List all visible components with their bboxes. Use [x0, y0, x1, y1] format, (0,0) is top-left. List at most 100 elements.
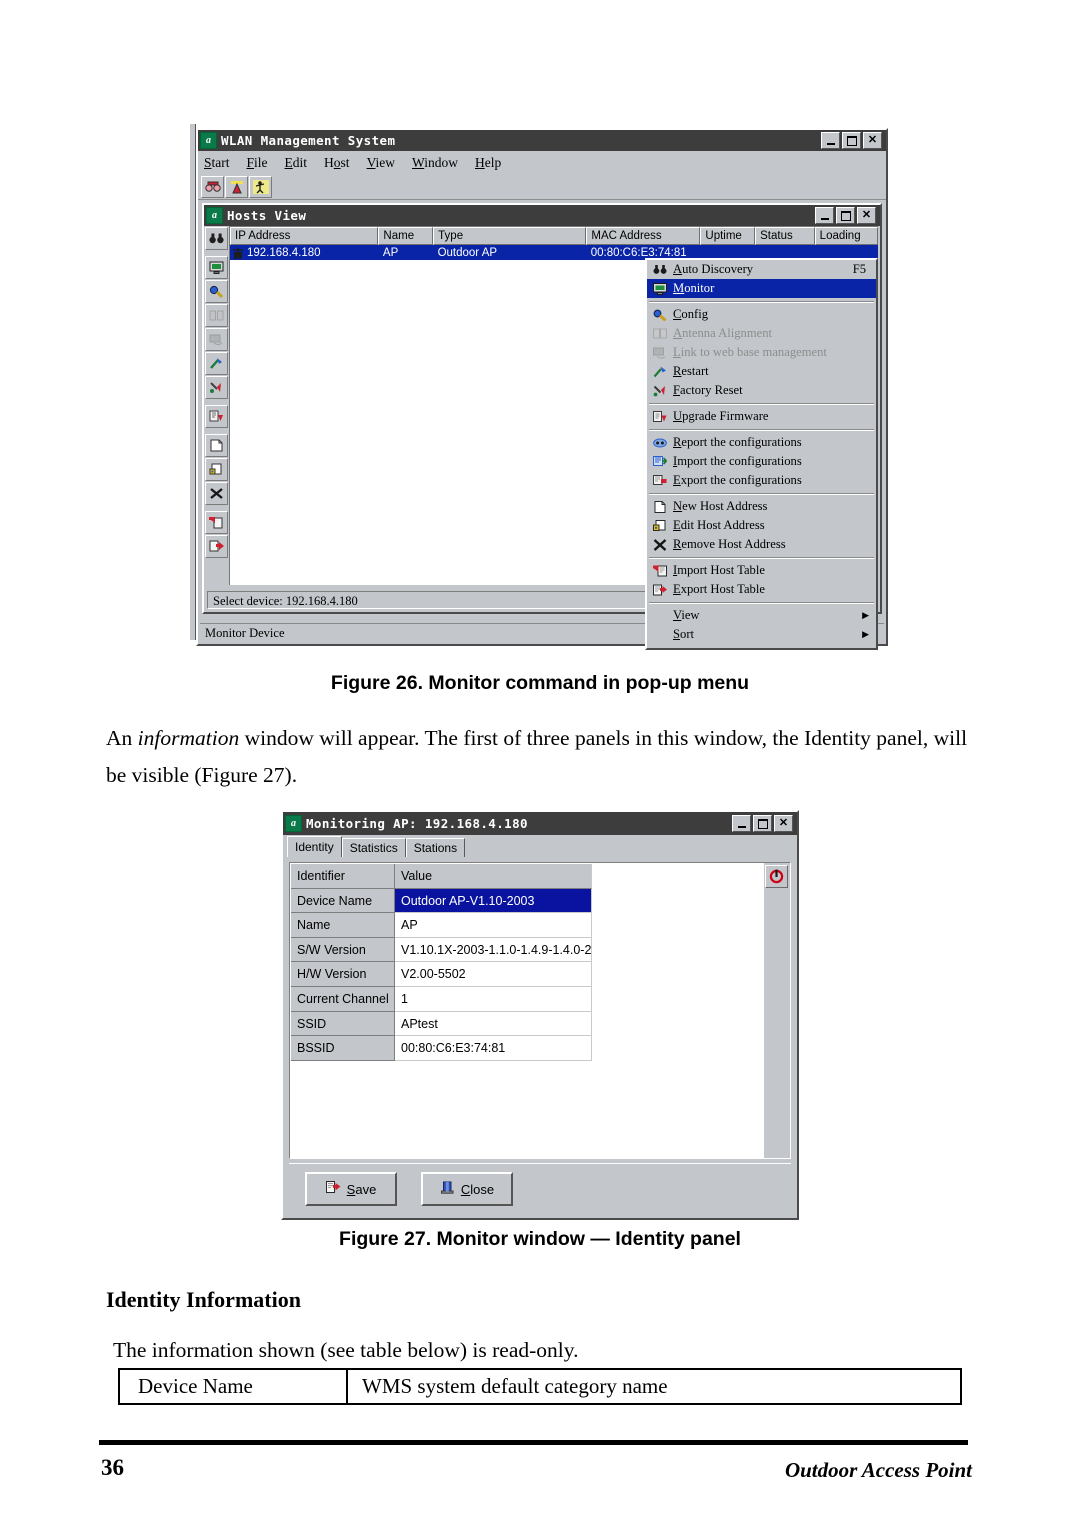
column-ip-address[interactable]: IP Address — [230, 227, 379, 245]
monitoring-window-buttons[interactable]: ✕ — [732, 815, 793, 832]
menu-view[interactable]: View — [367, 155, 395, 171]
menu-item-edit-host-address[interactable]: Edit Host Address — [647, 516, 876, 535]
menu-item-label: Edit Host Address — [673, 518, 765, 532]
grid-row-device-name[interactable]: Device Name Outdoor AP-V1.10-2003 — [291, 888, 594, 914]
upgrade-firmware-icon[interactable] — [204, 405, 228, 428]
menu-edit[interactable]: Edit — [285, 155, 308, 171]
factory-reset-icon — [650, 383, 669, 399]
para1-part-b: window will appear. The first of three p… — [239, 726, 799, 750]
main-window-buttons[interactable]: ✕ — [821, 132, 882, 149]
tab-identity[interactable]: Identity — [287, 836, 342, 857]
column-type[interactable]: Type — [433, 227, 587, 245]
config-icon[interactable] — [204, 280, 228, 303]
grid-row-hw-version[interactable]: H/W Version V2.00-5502 — [291, 962, 594, 987]
menu-file[interactable]: File — [247, 155, 268, 171]
menu-item-label: Remove Host Address — [673, 537, 786, 551]
close-button[interactable]: ✕ — [863, 132, 882, 149]
close-button[interactable]: Close — [421, 1172, 513, 1206]
antenna-person-icon[interactable] — [249, 175, 272, 198]
menu-item-report-configurations[interactable]: Report the configurations — [647, 433, 876, 452]
menu-item-monitor[interactable]: Monitor — [647, 279, 876, 298]
hosts-minimize-button[interactable] — [815, 207, 834, 224]
export-host-table-icon[interactable] — [204, 535, 228, 558]
menu-item-import-host-table[interactable]: Import Host Table — [647, 561, 876, 580]
hosts-view-window-buttons[interactable]: ✕ — [815, 207, 876, 224]
grid-row-bssid[interactable]: BSSID 00:80:C6:E3:74:81 — [291, 1036, 594, 1061]
hosts-close-button[interactable]: ✕ — [857, 207, 876, 224]
remove-host-icon[interactable] — [204, 482, 228, 505]
main-toolbar[interactable] — [198, 174, 886, 200]
hosts-view-titlebar: a Hosts View ✕ — [204, 205, 880, 226]
grid-row-current-channel[interactable]: Current Channel 1 — [291, 986, 594, 1012]
menu-item-import-configurations[interactable]: Import the configurations — [647, 452, 876, 471]
monitoring-maximize-button[interactable] — [753, 815, 772, 832]
menu-help[interactable]: Help — [475, 155, 501, 171]
view-icon — [650, 608, 669, 624]
save-button[interactable]: Save — [305, 1172, 397, 1206]
menu-item-label: Antenna Alignment — [673, 326, 772, 340]
menu-host[interactable]: Host — [324, 155, 350, 171]
menu-item-label: View — [673, 608, 700, 622]
column-name[interactable]: Name — [378, 227, 434, 245]
cell-type: Outdoor AP — [437, 246, 498, 259]
menu-item-label: Auto Discovery — [673, 262, 754, 276]
menu-item-export-configurations[interactable]: Export the configurations — [647, 471, 876, 490]
hosts-maximize-button[interactable] — [836, 207, 855, 224]
import-config-icon — [650, 454, 669, 470]
menu-item-label: Upgrade Firmware — [673, 409, 769, 423]
restart-icon[interactable] — [204, 352, 228, 375]
menu-item-label: Monitor — [673, 281, 715, 295]
grid-row-ssid[interactable]: SSID APtest — [291, 1011, 594, 1037]
menu-item-restart[interactable]: Restart — [647, 362, 876, 381]
column-status[interactable]: Status — [755, 227, 815, 245]
web-link-icon[interactable] — [204, 328, 228, 351]
menu-item-view[interactable]: View ▶ — [647, 606, 876, 625]
monitoring-tabstrip[interactable]: Identity Statistics Stations — [283, 836, 797, 857]
import-host-table-icon[interactable] — [204, 511, 228, 534]
column-uptime[interactable]: Uptime — [700, 227, 756, 245]
antenna-alignment-icon[interactable] — [204, 304, 228, 327]
menu-window[interactable]: Window — [412, 155, 458, 171]
menu-item-upgrade-firmware[interactable]: Upgrade Firmware — [647, 407, 876, 426]
tab-stations[interactable]: Stations — [405, 838, 466, 857]
grid-key: Current Channel — [291, 986, 395, 1012]
tab-statistics[interactable]: Statistics — [341, 838, 406, 857]
menu-item-config[interactable]: Config — [647, 305, 876, 324]
column-mac-address[interactable]: MAC Address — [586, 227, 701, 245]
menu-item-factory-reset[interactable]: Factory Reset — [647, 381, 876, 400]
grid-value: 00:80:C6:E3:74:81 — [395, 1036, 592, 1061]
cell-name: AP — [382, 246, 399, 259]
grid-row-sw-version[interactable]: S/W Version V1.10.1X-2003-1.1.0-1.4.9-1.… — [291, 937, 594, 963]
monitor-tower-icon[interactable] — [225, 175, 248, 198]
menu-item-export-host-table[interactable]: Export Host Table — [647, 580, 876, 599]
minimize-button[interactable] — [821, 132, 840, 149]
menu-item-auto-discovery[interactable]: Auto Discovery F5 — [647, 260, 876, 279]
monitoring-close-button[interactable]: ✕ — [774, 815, 793, 832]
main-menubar[interactable]: Start File Edit Host View Window Help — [198, 151, 886, 174]
monitoring-minimize-button[interactable] — [732, 815, 751, 832]
hosts-vertical-toolbar[interactable] — [204, 226, 228, 609]
new-host-icon[interactable] — [204, 434, 228, 457]
auto-discovery-icon[interactable] — [201, 175, 224, 198]
grid-key: SSID — [291, 1011, 395, 1037]
monitor-icon — [650, 281, 669, 297]
column-loading[interactable]: Loading — [814, 227, 879, 245]
grid-row-name[interactable]: Name AP — [291, 913, 594, 938]
restart-icon — [650, 364, 669, 380]
edit-host-icon[interactable] — [204, 458, 228, 481]
table-cell-key: Device Name — [120, 1370, 348, 1403]
menu-start[interactable]: Start — [204, 155, 230, 171]
submenu-arrow-icon: ▶ — [862, 610, 869, 620]
menu-item-label: Export Host Table — [673, 582, 765, 596]
factory-reset-icon[interactable] — [204, 376, 228, 399]
menu-item-remove-host-address[interactable]: Remove Host Address — [647, 535, 876, 554]
menu-item-sort[interactable]: Sort ▶ — [647, 625, 876, 644]
maximize-button[interactable] — [842, 132, 861, 149]
binoculars-icon[interactable] — [204, 227, 228, 250]
monitor-icon[interactable] — [204, 256, 228, 279]
context-popup-menu[interactable]: Auto Discovery F5 Monitor Config Antenna… — [645, 258, 878, 650]
refresh-circle-icon[interactable] — [765, 865, 788, 888]
hosts-column-header[interactable]: IP Address Name Type MAC Address Uptime … — [230, 227, 879, 245]
menu-item-new-host-address[interactable]: New Host Address — [647, 497, 876, 516]
menu-item-label: Sort — [673, 627, 695, 641]
